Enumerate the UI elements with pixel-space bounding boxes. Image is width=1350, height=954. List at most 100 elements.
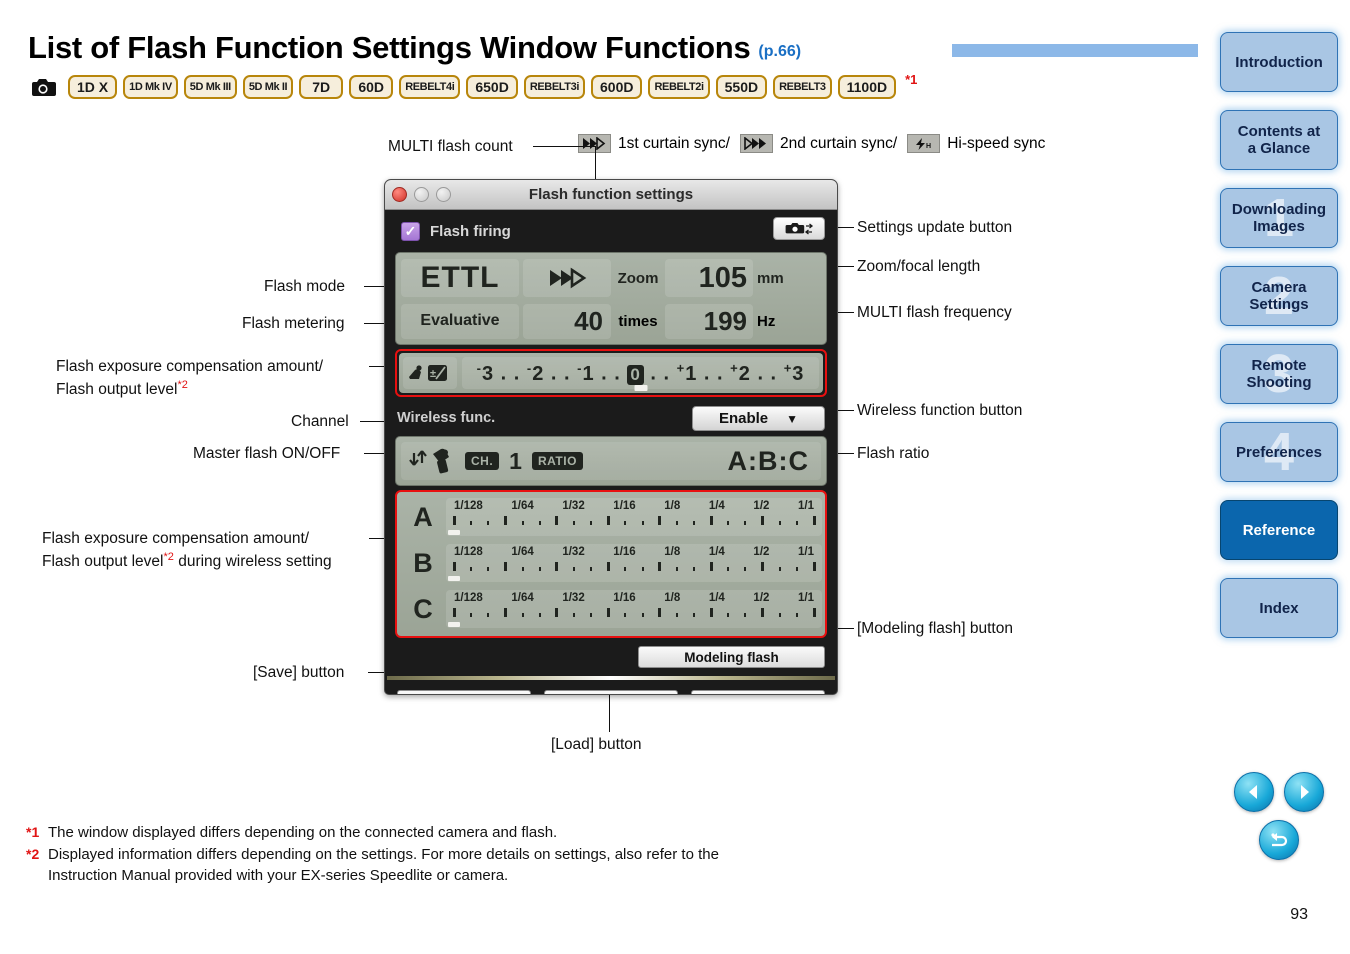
wireless-group-scale-label: 1/4 xyxy=(708,546,725,558)
scale-tick-minor xyxy=(624,613,627,617)
lcd-row-bottom: Evaluative 40 times 199 Hz xyxy=(401,301,821,341)
sidebar-item-camera-settings[interactable]: 2 Camera Settings xyxy=(1220,266,1338,326)
multi-flash-frequency-value[interactable]: 199 xyxy=(665,303,753,339)
scale-tick-major xyxy=(658,608,662,617)
sidebar-item-downloading-images[interactable]: 1 Downloading Images xyxy=(1220,188,1338,248)
previous-page-icon[interactable] xyxy=(1234,772,1274,812)
scale-tick-minor xyxy=(692,521,695,525)
sidebar-item-introduction[interactable]: Introduction xyxy=(1220,32,1338,92)
svg-text:±: ± xyxy=(430,368,436,380)
scale-tick-minor xyxy=(675,567,678,571)
sync-mode-value-icon[interactable] xyxy=(523,259,611,297)
scale-tick-minor xyxy=(590,567,593,571)
settings-update-button[interactable] xyxy=(773,217,825,240)
annotation-master-flash: Master flash ON/OFF xyxy=(193,445,341,462)
compensation-dot-separator: . . xyxy=(750,362,784,385)
wireless-function-button[interactable]: Enable ▼ xyxy=(692,406,825,431)
camera-model-badge[interactable]: 5D Mk II xyxy=(242,75,294,99)
scale-tick-major xyxy=(503,608,507,617)
flash-firing-checkbox[interactable]: ✓ xyxy=(401,221,420,241)
hi-speed-sync-icon: H xyxy=(907,134,941,153)
scale-tick-minor xyxy=(487,613,490,617)
camera-model-badge[interactable]: REBELT2i xyxy=(648,75,710,99)
scale-tick-minor xyxy=(641,567,644,571)
scale-tick-major xyxy=(606,516,610,525)
channel-tag: CH. xyxy=(465,452,500,470)
flash-ratio-value[interactable]: A:B:C xyxy=(728,446,815,477)
camera-model-badge[interactable]: REBELT4i xyxy=(399,75,461,99)
back-icon[interactable] xyxy=(1259,820,1299,860)
camera-model-badge[interactable]: 1D Mk IV xyxy=(123,75,178,99)
sidebar-item-reference[interactable]: Reference xyxy=(1220,500,1338,560)
flash-metering-value[interactable]: Evaluative xyxy=(401,303,519,339)
page-reference-link[interactable]: (p.66) xyxy=(758,43,801,61)
camera-model-badge[interactable]: 1D X xyxy=(68,75,118,99)
camera-model-badge[interactable]: 60D xyxy=(349,75,394,99)
compensation-tick-label: -3 xyxy=(476,360,495,385)
scale-tick-major xyxy=(606,608,610,617)
wireless-group-scale-label: 1/128 xyxy=(454,592,483,604)
scale-tick-minor xyxy=(692,613,695,617)
frequency-unit-label: Hz xyxy=(757,312,776,330)
camera-model-badge[interactable]: 650D xyxy=(466,75,518,99)
scale-tick-minor xyxy=(778,521,781,525)
scale-tick-major xyxy=(709,516,713,525)
scale-tick-minor xyxy=(521,567,524,571)
camera-model-badge[interactable]: 7D xyxy=(299,75,344,99)
flash-firing-row: ✓ Flash firing xyxy=(385,210,837,252)
sidebar-item-label: Preferences xyxy=(1236,443,1322,461)
camera-model-badge[interactable]: 1100D xyxy=(837,75,897,99)
sidebar-item-contents-at-a-glance[interactable]: Contents at a Glance xyxy=(1220,110,1338,170)
modeling-flash-button[interactable]: Modeling flash xyxy=(638,646,825,668)
wireless-group-level-marker xyxy=(448,530,460,535)
footnote-2-mark: *2 xyxy=(26,845,40,862)
sidebar-item-label: Introduction xyxy=(1235,53,1323,71)
annotation-multi-flash-frequency: MULTI flash frequency xyxy=(857,304,1012,321)
annotation-wireless-comp-line2b: during wireless setting xyxy=(173,553,332,571)
flash-mode-value[interactable]: ETTL xyxy=(401,259,519,297)
wireless-group-level-scale[interactable]: 1/128 1/64 1/32 1/16 1/8 1/4 1/2 1/1 xyxy=(446,498,822,536)
zoom-label: Zoom xyxy=(617,269,659,287)
scale-tick-minor xyxy=(572,567,575,571)
scale-tick-minor xyxy=(727,613,730,617)
channel-value[interactable]: 1 xyxy=(509,448,522,475)
scale-tick-major xyxy=(812,562,816,571)
annotation-wireless-function-button: Wireless function button xyxy=(857,402,1023,419)
sidebar-item-label: Reference xyxy=(1242,521,1316,539)
sidebar-item-label: Contents at a Glance xyxy=(1237,123,1321,157)
camera-model-badge[interactable]: REBELT3 xyxy=(773,75,832,99)
camera-model-badge[interactable]: 600D xyxy=(591,75,643,99)
wireless-group-scale-label: 1/4 xyxy=(708,500,725,512)
scale-tick-minor xyxy=(727,521,730,525)
flash-firing-label: Flash firing xyxy=(430,222,511,240)
sidebar-item-preferences[interactable]: 4 Preferences xyxy=(1220,422,1338,482)
save-button[interactable]: Save xyxy=(397,689,531,694)
multi-flash-count-value[interactable]: 40 xyxy=(523,303,611,339)
load-button[interactable]: Load... xyxy=(544,689,678,694)
wireless-status-row: CH. 1 RATIO A:B:C xyxy=(401,442,821,480)
flash-exposure-compensation-scale[interactable]: -3 . . -2 . . -1 . . 0 . . +1 . . +2 . .… xyxy=(462,357,819,391)
footnote-2: *2 Displayed information differs dependi… xyxy=(26,844,786,887)
svg-text:H: H xyxy=(926,143,931,150)
wireless-group-level-marker xyxy=(448,576,460,581)
zoom-focal-length-value[interactable]: 105 xyxy=(665,259,753,297)
scale-tick-major xyxy=(555,562,559,571)
camera-model-badge[interactable]: 5D Mk III xyxy=(183,75,237,99)
scale-tick-minor xyxy=(470,567,473,571)
camera-model-badge[interactable]: REBELT3i xyxy=(523,75,585,99)
next-page-icon[interactable] xyxy=(1284,772,1324,812)
times-label: times xyxy=(618,312,658,330)
camera-model-badge[interactable]: 550D xyxy=(715,75,768,99)
scale-tick-minor xyxy=(692,567,695,571)
wireless-group-level-scale[interactable]: 1/128 1/64 1/32 1/16 1/8 1/4 1/2 1/1 xyxy=(446,544,822,582)
wireless-group-level-scale[interactable]: 1/128 1/64 1/32 1/16 1/8 1/4 1/2 1/1 xyxy=(446,590,822,628)
close-button[interactable]: Close xyxy=(691,689,825,694)
wireless-group-scale-ticks xyxy=(452,605,816,617)
master-flash-toggle-icon[interactable] xyxy=(407,446,459,476)
scale-tick-major xyxy=(503,562,507,571)
sidebar-item-remote-shooting[interactable]: 3 Remote Shooting xyxy=(1220,344,1338,404)
scale-tick-minor xyxy=(641,613,644,617)
header-footnote-mark: *1 xyxy=(905,72,918,87)
annotation-modeling-flash-button: [Modeling flash] button xyxy=(857,620,1013,637)
sidebar-item-index[interactable]: Index xyxy=(1220,578,1338,638)
